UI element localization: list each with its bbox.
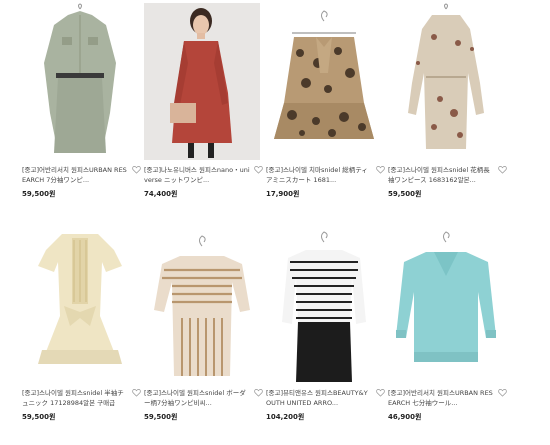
product-title[interactable]: [중고]어반리서치 원피스URBAN RESEARCH 七分袖ウール... <box>388 388 494 408</box>
product-card[interactable]: [중고]나노유니버스 원피스nano・universe ニットワンピ... 74… <box>144 3 265 199</box>
product-price: 59,500원 <box>22 413 56 421</box>
product-title[interactable]: [중고]스나이델 치마snidel 総柄ティアミニスカート 1681... <box>266 165 372 185</box>
product-image[interactable] <box>388 3 504 160</box>
product-image[interactable] <box>144 226 260 383</box>
product-image[interactable] <box>144 3 260 160</box>
product-price: 59,500원 <box>22 190 56 198</box>
product-image[interactable] <box>266 226 382 383</box>
heart-icon[interactable] <box>132 165 141 174</box>
product-title[interactable]: [중고]스나이델 원피스snidel 半袖チュニック 17128984알본 구매… <box>22 388 128 408</box>
product-image[interactable] <box>22 226 138 383</box>
product-title[interactable]: [중고]나노유니버스 원피스nano・universe ニットワンピ... <box>144 165 250 185</box>
product-card[interactable]: [중고]스나이델 원피스snidel 半袖チュニック 17128984알본 구매… <box>22 226 143 422</box>
heart-icon[interactable] <box>498 165 507 174</box>
product-image[interactable] <box>388 226 504 383</box>
product-price: 74,400원 <box>144 190 178 198</box>
heart-icon[interactable] <box>376 165 385 174</box>
product-card[interactable]: [중고]스나이델 원피스snidel ボーダー柄7分袖ワンピ비씨... 59,5… <box>144 226 265 422</box>
product-card[interactable]: [중고]뷰티앤유스 원피스BEAUTY&YOUTH UNITED ARRO...… <box>266 226 387 422</box>
heart-icon[interactable] <box>498 388 507 397</box>
product-card[interactable]: [중고]스나이델 원피스snidel 花柄長袖ワンピース 1683162알본..… <box>388 3 509 199</box>
product-grid: [중고]어반리서치 원피스URBAN RESEARCH 7分袖ワンピ... 59… <box>0 0 550 445</box>
product-title[interactable]: [중고]어반리서치 원피스URBAN RESEARCH 7分袖ワンピ... <box>22 165 128 185</box>
product-price: 46,900원 <box>388 413 422 421</box>
product-price: 59,500원 <box>144 413 178 421</box>
product-price: 59,500원 <box>388 190 422 198</box>
product-card[interactable]: [중고]어반리서치 원피스URBAN RESEARCH 7分袖ワンピ... 59… <box>22 3 143 199</box>
product-image[interactable] <box>266 3 382 160</box>
product-title[interactable]: [중고]스나이델 원피스snidel 花柄長袖ワンピース 1683162알본..… <box>388 165 494 185</box>
product-card[interactable]: [중고]어반리서치 원피스URBAN RESEARCH 七分袖ウール... 46… <box>388 226 509 422</box>
heart-icon[interactable] <box>376 388 385 397</box>
product-card[interactable]: [중고]스나이델 치마snidel 総柄ティアミニスカート 1681... 17… <box>266 3 387 199</box>
heart-icon[interactable] <box>254 165 263 174</box>
product-price: 104,200원 <box>266 413 305 421</box>
product-price: 17,900원 <box>266 190 300 198</box>
heart-icon[interactable] <box>254 388 263 397</box>
product-image[interactable] <box>22 3 138 160</box>
product-title[interactable]: [중고]스나이델 원피스snidel ボーダー柄7分袖ワンピ비씨... <box>144 388 250 408</box>
product-title[interactable]: [중고]뷰티앤유스 원피스BEAUTY&YOUTH UNITED ARRO... <box>266 388 372 408</box>
heart-icon[interactable] <box>132 388 141 397</box>
